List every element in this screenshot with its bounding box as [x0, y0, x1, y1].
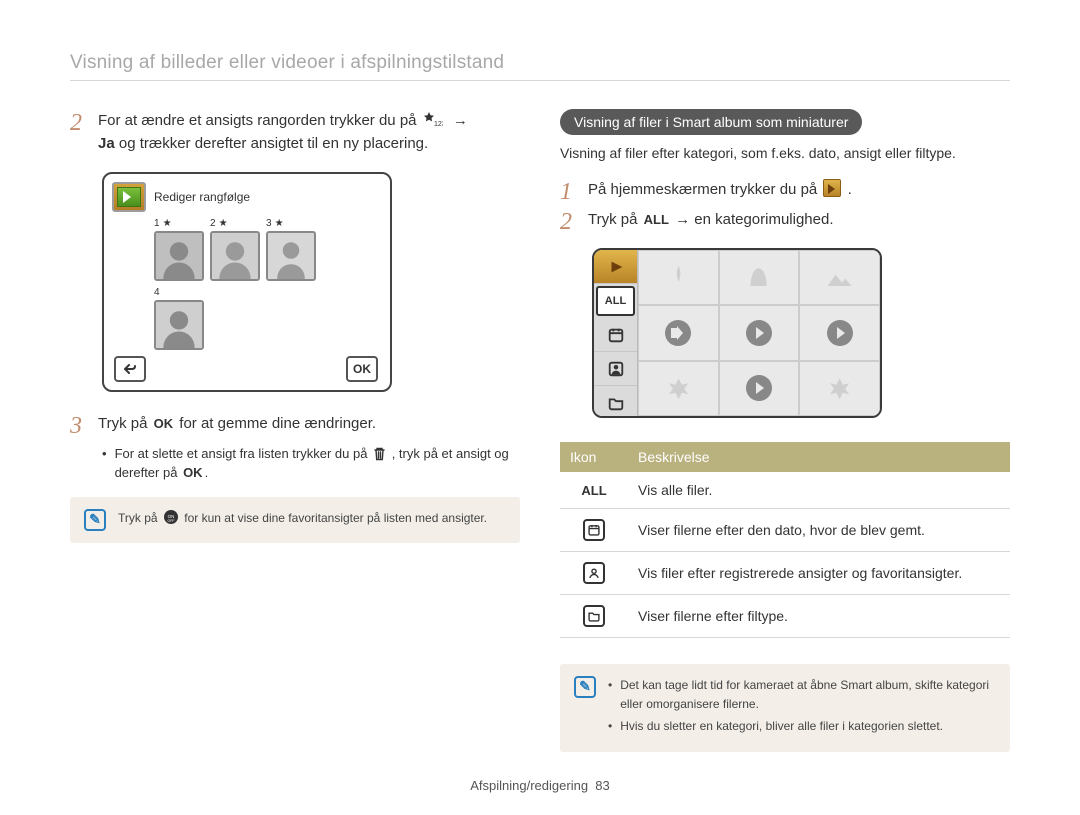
step-number-1: 1 — [560, 178, 578, 204]
arrow-icon: → — [449, 112, 472, 129]
row-folder-desc: Viser filerne efter filtype. — [628, 595, 1010, 638]
row-person-desc: Vis filer efter registrerede ansigter og… — [628, 552, 1010, 595]
note-b: for kun at vise dine favoritansigter på … — [184, 511, 487, 525]
icon-description-table: Ikon Beskrivelse ALL Vis alle filer. Vis… — [560, 442, 1010, 638]
table-row: ALL Vis alle filer. — [560, 472, 1010, 509]
r-step2-a: Tryk på — [588, 211, 642, 228]
right-column: Visning af filer i Smart album som minia… — [560, 109, 1010, 752]
face-thumb-4 — [154, 300, 204, 350]
bullet-a: For at slette et ansigt fra listen trykk… — [115, 446, 372, 461]
r-step1-b: . — [848, 181, 852, 198]
row-cal-desc: Viser filerne efter den dato, hvor de bl… — [628, 509, 1010, 552]
ok-icon: OK — [152, 414, 176, 434]
face-rank-3: 3 — [266, 218, 272, 229]
svg-text:OFF: OFF — [167, 519, 174, 523]
side-all: ALL — [596, 286, 635, 316]
face-rank-2: 2 — [210, 218, 216, 229]
trash-icon — [373, 447, 386, 461]
smart-album-note: ✎ Det kan tage lidt tid for kameraet at … — [560, 664, 1010, 752]
row-all-desc: Vis alle filer. — [628, 472, 1010, 509]
r-step2-b: → en kategorimulighed. — [675, 211, 833, 228]
step2-text-b: og trækker derefter ansigtet til en ny p… — [119, 135, 428, 152]
table-row: Viser filerne efter filtype. — [560, 595, 1010, 638]
grid-cell — [638, 305, 719, 360]
info-icon: ✎ — [84, 509, 106, 531]
step-3-body: Tryk på OK for at gemme dine ændringer. — [98, 412, 520, 438]
star-icon: ★ — [219, 218, 228, 229]
step-number-3: 3 — [70, 412, 88, 438]
face-thumb-2 — [210, 231, 260, 281]
table-row: Viser filerne efter den dato, hvor de bl… — [560, 509, 1010, 552]
note-line-1: Det kan tage lidt tid for kameraet at åb… — [620, 676, 996, 713]
section-sub: Visning af filer efter kategori, som f.e… — [560, 143, 1010, 164]
calendar-icon — [583, 519, 605, 541]
note-a: Tryk på — [118, 511, 161, 525]
play-icon — [746, 375, 772, 401]
grid-cell — [719, 305, 800, 360]
folder-icon — [583, 605, 605, 627]
section-heading: Visning af filer i Smart album som minia… — [560, 109, 862, 135]
rank-editor-title: Rediger rangfølge — [154, 190, 250, 204]
grid-cell — [719, 250, 800, 305]
table-row: Vis filer efter registrerede ansigter og… — [560, 552, 1010, 595]
grid-cell — [799, 250, 880, 305]
face-thumb-3 — [266, 231, 316, 281]
onoff-icon: ONOFF — [163, 509, 179, 525]
side-calendar-icon — [594, 318, 637, 352]
step-2-body: For at ændre et ansigts rangorden trykke… — [98, 109, 520, 156]
rank-editor-screenshot: Rediger rangfølge 1★ 2★ 3★ — [102, 172, 392, 392]
grid-cell — [638, 250, 719, 305]
back-button[interactable] — [114, 356, 146, 382]
step3-text-a: Tryk på — [98, 415, 152, 432]
delete-face-note: For at slette et ansigt fra listen trykk… — [102, 444, 520, 483]
album-icon — [823, 179, 841, 197]
side-folder-icon — [594, 386, 637, 418]
svg-text:123: 123 — [434, 121, 443, 128]
face-rank-1: 1 — [154, 218, 160, 229]
footer-section: Afspilning/redigering — [470, 778, 588, 793]
all-label: ALL — [642, 210, 671, 230]
gallery-play-icon — [112, 182, 146, 212]
star-icon: ★ — [275, 218, 284, 229]
play-icon — [746, 320, 772, 346]
row-all-icon: ALL — [579, 483, 608, 498]
footer-page: 83 — [595, 778, 609, 793]
r-step1-body: På hjemmeskærmen trykker du på . — [588, 178, 1010, 204]
info-icon: ✎ — [574, 676, 596, 698]
person-icon — [583, 562, 605, 584]
r-step1-a: På hjemmeskærmen trykker du på — [588, 181, 821, 198]
grid-cell — [799, 305, 880, 360]
left-column: 2 For at ændre et ansigts rangorden tryk… — [70, 109, 520, 752]
favorite-faces-note: ✎ Tryk på ONOFF for kun at vise dine fav… — [70, 497, 520, 543]
th-beskrivelse: Beskrivelse — [628, 442, 1010, 472]
page-footer: Afspilning/redigering 83 — [0, 778, 1080, 793]
step3-text-b: for at gemme dine ændringer. — [179, 415, 376, 432]
step2-bold: Ja — [98, 135, 115, 152]
ok-button[interactable]: OK — [346, 356, 378, 382]
speaker-icon — [665, 320, 691, 346]
star-123-icon: 123 — [423, 112, 443, 128]
note-line-2: Hvis du sletter en kategori, bliver alle… — [620, 717, 943, 736]
grid-cell — [719, 361, 800, 416]
r-step2-body: Tryk på ALL → en kategorimulighed. — [588, 208, 1010, 234]
grid-cell — [638, 361, 719, 416]
star-icon: ★ — [163, 218, 172, 229]
smart-album-screenshot: ALL — [592, 248, 882, 418]
face-thumb-1 — [154, 231, 204, 281]
th-ikon: Ikon — [560, 442, 628, 472]
step2-text-a: For at ændre et ansigts rangorden trykke… — [98, 112, 421, 129]
face-rank-4: 4 — [154, 287, 160, 298]
side-person-icon — [594, 352, 637, 386]
step-number-2b: 2 — [560, 208, 578, 234]
ok-icon: OK — [181, 463, 205, 483]
grid-cell — [799, 361, 880, 416]
step-number-2: 2 — [70, 109, 88, 156]
page-header: Visning af billeder eller videoer i afsp… — [70, 52, 1010, 81]
play-icon — [827, 320, 853, 346]
side-album-icon — [594, 250, 637, 284]
